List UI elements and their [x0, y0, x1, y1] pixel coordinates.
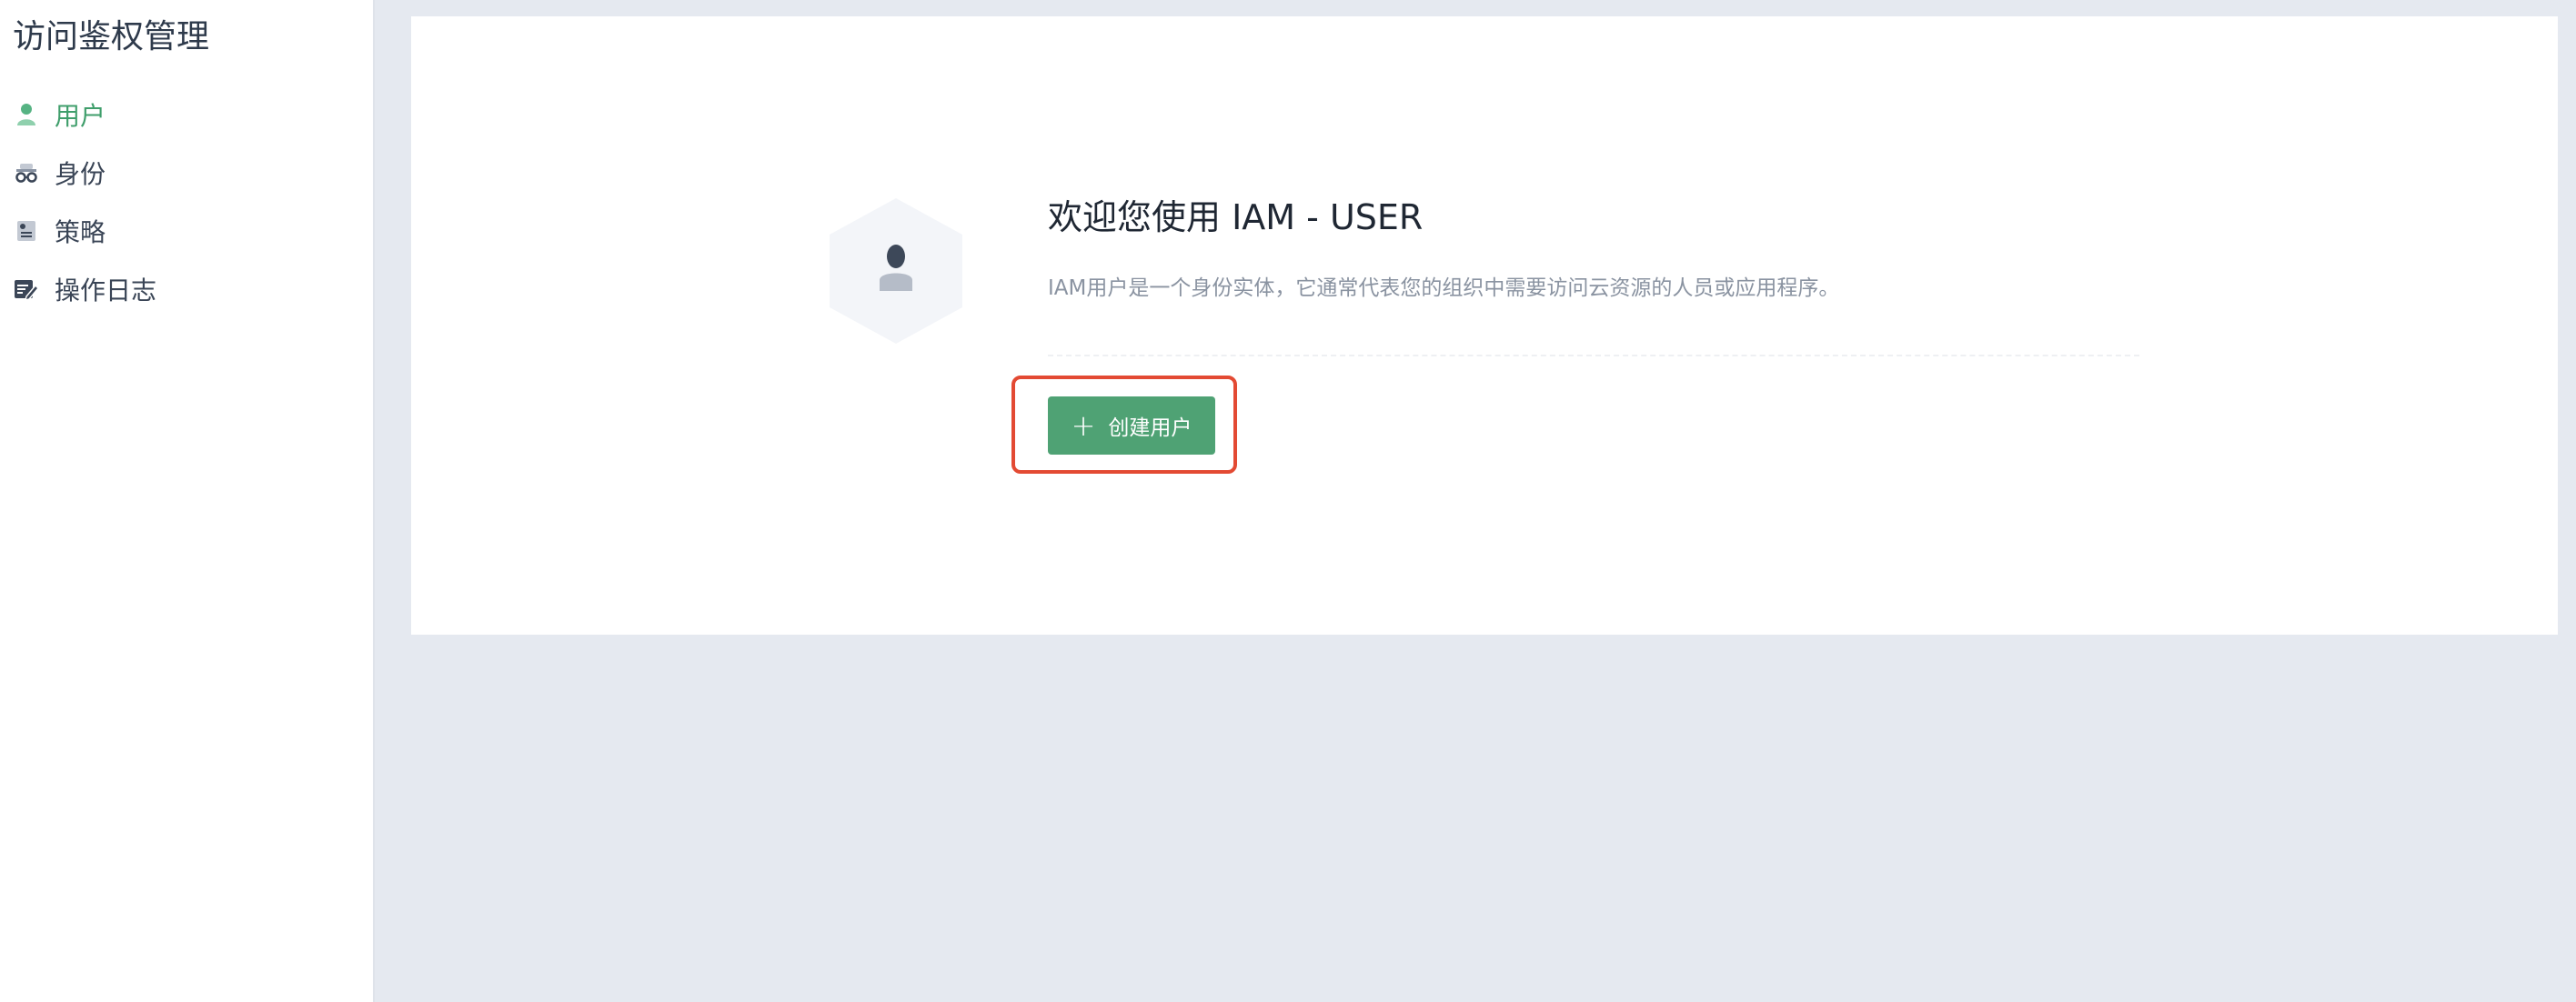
sidebar-item-identity[interactable]: 身份 — [13, 155, 358, 191]
page-title: 欢迎您使用 IAM - USER — [1048, 197, 1424, 237]
sidebar-item-label: 操作日志 — [55, 276, 157, 306]
identity-icon — [13, 159, 40, 186]
policy-icon — [13, 217, 40, 245]
sidebar-item-label: 身份 — [55, 159, 106, 189]
operation-log-icon — [13, 276, 40, 303]
sidebar-item-label: 用户 — [55, 101, 106, 131]
plus-icon: + — [1071, 408, 1096, 443]
create-user-button[interactable]: + 创建用户 — [1048, 396, 1215, 455]
sidebar-item-policy[interactable]: 策略 — [13, 213, 358, 249]
sidebar-item-operation-log[interactable]: 操作日志 — [13, 271, 358, 307]
welcome-card: 欢迎您使用 IAM - USER IAM用户是一个身份实体，它通常代表您的组织中… — [411, 16, 2558, 635]
user-icon — [13, 101, 40, 128]
sidebar-item-users[interactable]: 用户 — [13, 96, 358, 133]
sidebar-item-label: 策略 — [55, 217, 106, 247]
app-title: 访问鉴权管理 — [13, 18, 210, 55]
divider — [1048, 355, 2139, 356]
create-user-button-label: 创建用户 — [1108, 416, 1192, 440]
user-hexagon-icon — [828, 196, 964, 346]
sidebar: 访问鉴权管理 用户 身份 策略 操作日志 — [0, 0, 375, 1002]
page-description: IAM用户是一个身份实体，它通常代表您的组织中需要访问云资源的人员或应用程序。 — [1048, 276, 1840, 300]
